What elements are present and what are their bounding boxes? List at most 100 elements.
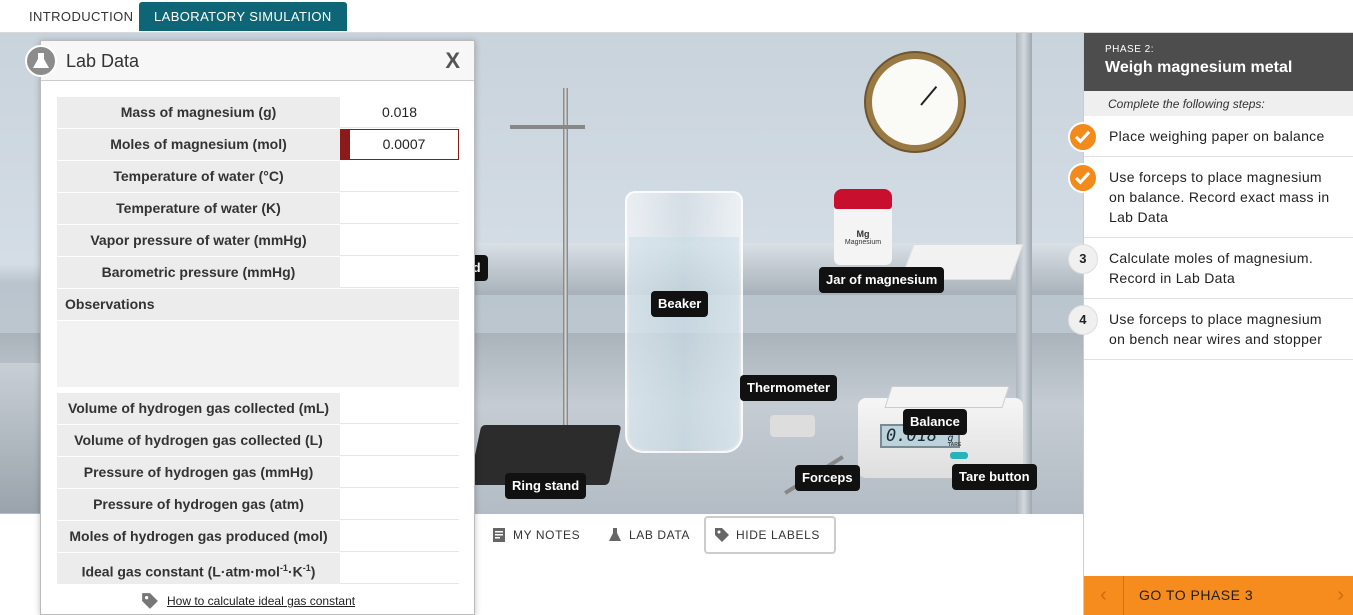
jar-label: Mg Magnesium bbox=[838, 229, 888, 246]
barometer-gauge[interactable] bbox=[866, 53, 964, 151]
checkmark-icon bbox=[1068, 122, 1098, 152]
magnesium-jar[interactable]: Mg Magnesium bbox=[834, 189, 892, 265]
row-label: Temperature of water (K) bbox=[57, 193, 340, 224]
gas-constant-input[interactable] bbox=[340, 553, 459, 584]
step-text: Use forceps to place magnesium on balanc… bbox=[1109, 169, 1330, 225]
gas-constant-text: ) bbox=[310, 563, 316, 580]
table-row: Volume of hydrogen gas collected (mL) bbox=[57, 393, 459, 425]
tare-text: TARE bbox=[948, 442, 962, 448]
top-tab-bar: INTRODUCTION LABORATORY SIMULATION bbox=[0, 0, 1353, 33]
phase-number: PHASE 2: bbox=[1105, 44, 1155, 55]
volume-ml-input[interactable] bbox=[340, 393, 459, 424]
step-item: 3 Calculate moles of magnesium. Record i… bbox=[1068, 238, 1353, 299]
phase-title: Weigh magnesium metal bbox=[1105, 59, 1293, 76]
phase-header: PHASE 2: Weigh magnesium metal bbox=[1084, 33, 1353, 91]
table-row: Volume of hydrogen gas collected (L) bbox=[57, 425, 459, 457]
gauge-needle bbox=[920, 85, 938, 106]
phase-steps-panel: PHASE 2: Weigh magnesium metal Complete … bbox=[1068, 33, 1353, 615]
table-row: Moles of hydrogen gas produced (mol) bbox=[57, 521, 459, 553]
step-text: Use forceps to place magnesium on bench … bbox=[1109, 311, 1323, 347]
thermometer[interactable] bbox=[770, 415, 815, 437]
superscript: -1 bbox=[302, 563, 311, 573]
jar-symbol: Mg bbox=[856, 229, 870, 239]
lab-data-table: Mass of magnesium (g) 0.018 Moles of mag… bbox=[57, 97, 459, 585]
step-item: 4 Use forceps to place magnesium on benc… bbox=[1068, 299, 1353, 360]
row-label: Moles of hydrogen gas produced (mol) bbox=[57, 521, 340, 552]
beaker[interactable] bbox=[625, 191, 743, 453]
table-row: Observations bbox=[57, 289, 459, 321]
gas-constant-label: Ideal gas constant (L·atm·mol-1·K-1) bbox=[57, 553, 340, 584]
phase-instruction: Complete the following steps: bbox=[1084, 91, 1353, 116]
moles-hydrogen-input[interactable] bbox=[340, 521, 459, 552]
row-label: Pressure of hydrogen gas (mmHg) bbox=[57, 457, 340, 488]
jar-name: Magnesium bbox=[844, 239, 882, 246]
check-glyph bbox=[1074, 171, 1091, 185]
table-row: Ideal gas constant (L·atm·mol-1·K-1) bbox=[57, 553, 459, 585]
next-phase-button[interactable]: GO TO PHASE 3 bbox=[1139, 576, 1253, 615]
step-text: Calculate moles of magnesium. Record in … bbox=[1109, 250, 1314, 286]
row-label: Temperature of water (°C) bbox=[57, 161, 340, 192]
close-button[interactable]: X bbox=[445, 48, 460, 74]
row-label: Volume of hydrogen gas collected (mL) bbox=[57, 393, 340, 424]
tab-introduction[interactable]: INTRODUCTION bbox=[14, 2, 148, 31]
my-notes-label: MY NOTES bbox=[513, 528, 581, 542]
observations-spacer bbox=[340, 289, 459, 320]
row-label: Barometric pressure (mmHg) bbox=[57, 257, 340, 288]
scene-toolbar: MY NOTES LAB DATA HIDE LABELS bbox=[475, 514, 1083, 615]
gas-constant-text: ·K bbox=[287, 563, 303, 580]
tab-laboratory-simulation[interactable]: LABORATORY SIMULATION bbox=[139, 2, 347, 31]
jar-lid bbox=[834, 189, 892, 209]
table-row: Barometric pressure (mmHg) bbox=[57, 257, 459, 289]
barometric-pressure-input[interactable] bbox=[340, 257, 459, 288]
gas-constant-text: Ideal gas constant (L·atm·mol bbox=[81, 563, 280, 580]
moles-magnesium-input[interactable]: 0.0007 bbox=[340, 129, 459, 160]
pressure-atm-input[interactable] bbox=[340, 489, 459, 520]
table-row: Pressure of hydrogen gas (mmHg) bbox=[57, 457, 459, 489]
table-row: Pressure of hydrogen gas (atm) bbox=[57, 489, 459, 521]
mass-magnesium-input[interactable]: 0.018 bbox=[340, 97, 459, 128]
step-item: Use forceps to place magnesium on balanc… bbox=[1068, 157, 1353, 238]
check-glyph bbox=[1074, 130, 1091, 144]
step-item: Place weighing paper on balance bbox=[1068, 116, 1353, 157]
flask-icon bbox=[609, 528, 621, 541]
my-notes-button[interactable]: MY NOTES bbox=[483, 518, 580, 552]
notes-icon bbox=[493, 528, 505, 542]
row-label: Mass of magnesium (g) bbox=[57, 97, 340, 128]
step-number: 4 bbox=[1068, 305, 1098, 335]
label-tare-button: Tare button bbox=[952, 464, 1037, 490]
label-beaker: Beaker bbox=[651, 291, 709, 317]
lab-data-panel: Lab Data X Mass of magnesium (g) 0.018 M… bbox=[40, 40, 475, 615]
observations-label: Observations bbox=[57, 289, 340, 320]
label-thermometer: Thermometer bbox=[740, 375, 838, 401]
lab-data-header: Lab Data X bbox=[41, 41, 474, 81]
flask-glyph bbox=[33, 53, 49, 68]
lab-data-button[interactable]: LAB DATA bbox=[599, 518, 690, 552]
hide-labels-button[interactable]: HIDE LABELS bbox=[704, 516, 836, 554]
left-rail bbox=[0, 363, 45, 513]
row-label: Vapor pressure of water (mmHg) bbox=[57, 225, 340, 256]
help-link-text: How to calculate ideal gas constant bbox=[167, 594, 356, 608]
chevron-right-icon[interactable]: › bbox=[1337, 576, 1344, 615]
temperature-celsius-input[interactable] bbox=[340, 161, 459, 192]
flask-icon bbox=[25, 45, 57, 77]
tare-button[interactable] bbox=[950, 452, 968, 459]
observations-textarea[interactable] bbox=[57, 321, 459, 393]
table-row: Mass of magnesium (g) 0.018 bbox=[57, 97, 459, 129]
temperature-kelvin-input[interactable] bbox=[340, 193, 459, 224]
table-row: Vapor pressure of water (mmHg) bbox=[57, 225, 459, 257]
label-forceps: Forceps bbox=[795, 465, 860, 491]
help-link[interactable]: How to calculate ideal gas constant bbox=[141, 593, 356, 609]
step-number: 3 bbox=[1068, 244, 1098, 274]
table-row: Temperature of water (K) bbox=[57, 193, 459, 225]
pressure-mmhg-input[interactable] bbox=[340, 457, 459, 488]
ring-stand-rod bbox=[563, 88, 568, 438]
checkmark-icon bbox=[1068, 163, 1098, 193]
row-label: Moles of magnesium (mol) bbox=[57, 129, 340, 160]
tag-icon bbox=[715, 528, 729, 542]
beaker-water bbox=[629, 237, 739, 449]
hide-labels-label: HIDE LABELS bbox=[736, 528, 820, 542]
volume-l-input[interactable] bbox=[340, 425, 459, 456]
vapor-pressure-input[interactable] bbox=[340, 225, 459, 256]
superscript: -1 bbox=[279, 563, 288, 573]
previous-phase-button[interactable]: ‹ bbox=[1084, 576, 1124, 615]
